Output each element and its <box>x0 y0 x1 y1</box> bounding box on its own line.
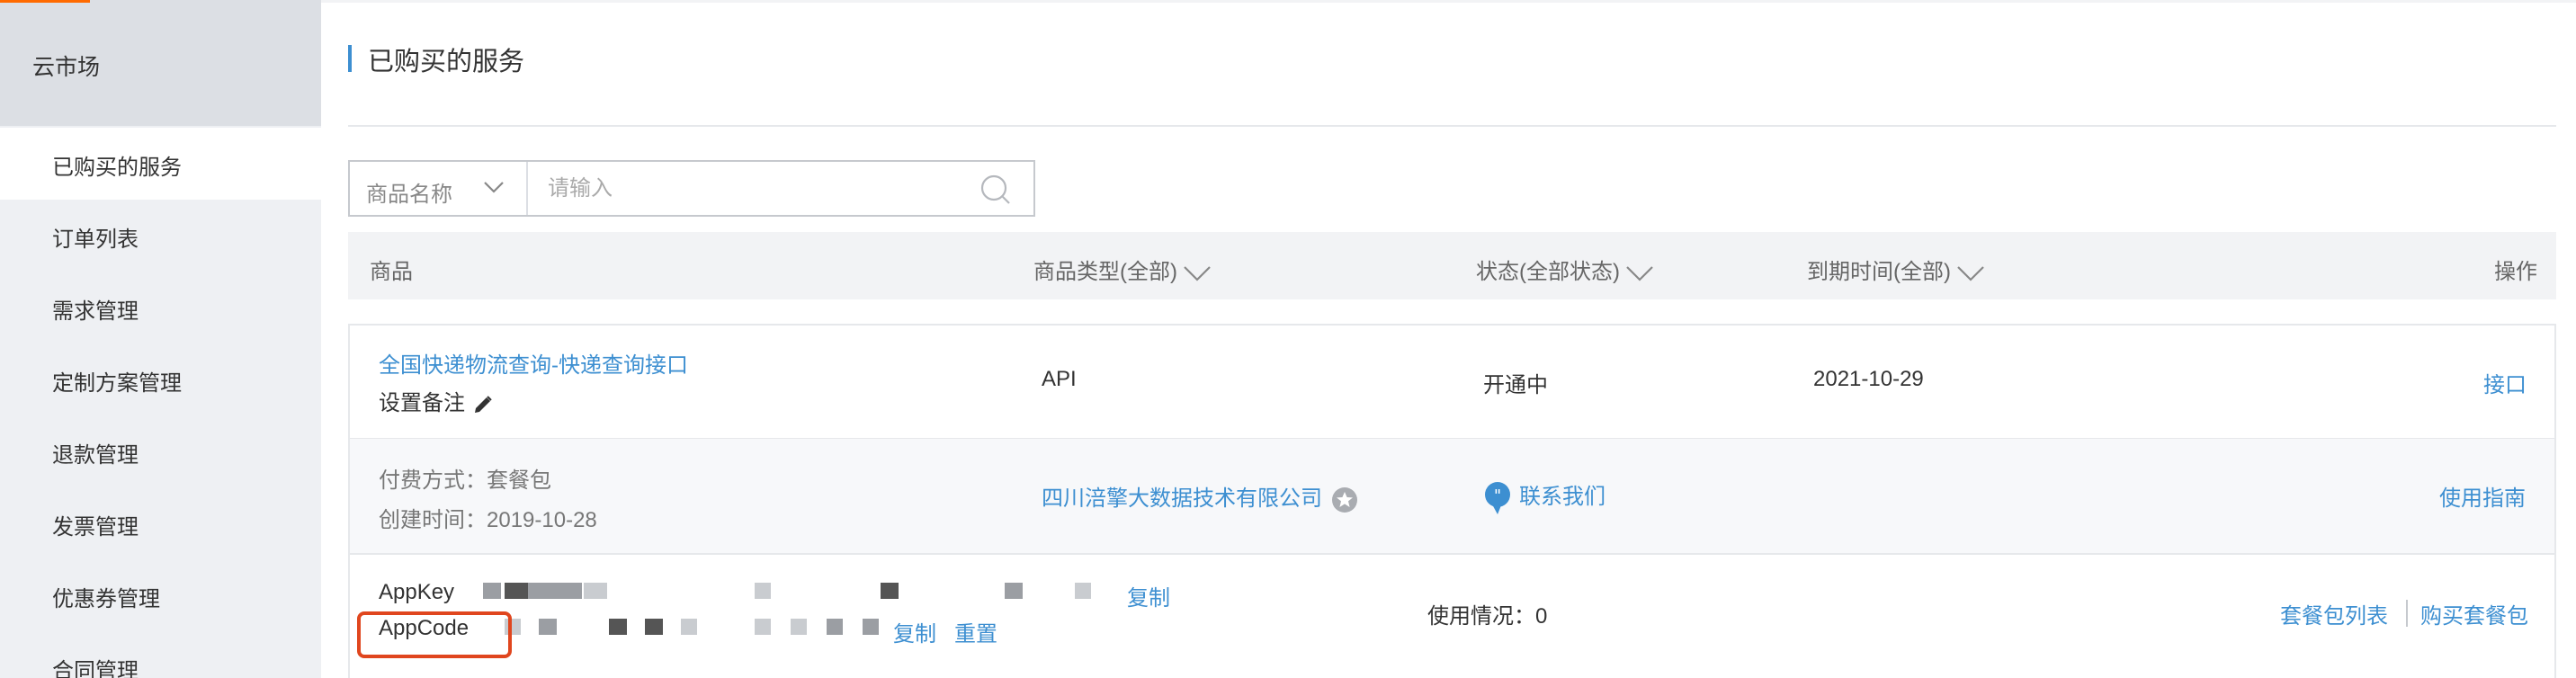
created-time: 创建时间：2019-10-28 <box>379 502 597 533</box>
product-name-link[interactable]: 全国快递物流查询-快递查询接口 <box>379 347 688 379</box>
contact-us-label: 联系我们 <box>1519 485 1606 509</box>
sidebar-item-custom-plans[interactable]: 定制方案管理 <box>0 343 321 415</box>
masked-appcode <box>609 619 627 635</box>
sidebar-item-label: 退款管理 <box>52 443 139 468</box>
payment-method: 付费方式：套餐包 <box>379 462 551 494</box>
sidebar-accent-bar <box>0 0 90 3</box>
sidebar-item-label: 合同管理 <box>52 659 139 678</box>
sidebar-item-requirements[interactable]: 需求管理 <box>0 272 321 343</box>
chevron-down-icon <box>1184 265 1211 281</box>
masked-appcode <box>827 619 843 635</box>
reset-appcode-button[interactable]: 重置 <box>954 616 997 647</box>
masked-appcode <box>755 619 771 635</box>
table-row: 全国快递物流查询-快递查询接口 设置备注 API 开通中 2021-10-29 … <box>348 324 2556 438</box>
interface-link[interactable]: 接口 <box>2483 367 2527 398</box>
masked-appcode <box>681 619 697 635</box>
usage-label: 使用情况： <box>1427 604 1535 629</box>
created-time-label: 创建时间： <box>379 508 487 532</box>
masked-appkey <box>505 583 528 599</box>
masked-appkey <box>1075 583 1091 599</box>
column-header-type-label: 商品类型(全部) <box>1033 260 1177 284</box>
row-details: 付费方式：套餐包 创建时间：2019-10-28 四川涪擎大数据技术有限公司 "… <box>348 438 2556 555</box>
set-note-label: 设置备注 <box>379 391 465 415</box>
sidebar-item-label: 已购买的服务 <box>52 156 182 180</box>
page-title: 已购买的服务 <box>368 48 525 76</box>
sidebar-item-orders[interactable]: 订单列表 <box>0 200 321 272</box>
column-header-product: 商品 <box>370 260 413 284</box>
title-divider <box>348 125 2556 127</box>
sidebar: 云市场 已购买的服务 订单列表 需求管理 定制方案管理 退款管理 发票管理 优惠… <box>0 0 321 678</box>
sidebar-item-label: 订单列表 <box>52 227 139 252</box>
column-header-actions: 操作 <box>2494 260 2537 284</box>
column-header-expiry-label: 到期时间(全部) <box>1807 260 1951 284</box>
usage-value: 0 <box>1535 604 1548 629</box>
sidebar-item-label: 发票管理 <box>52 515 139 540</box>
chat-bubble-icon: " <box>1485 481 1510 514</box>
search-input[interactable] <box>530 162 962 215</box>
appcode-highlight-box <box>357 611 512 658</box>
table-header: 商品 商品类型(全部) 状态(全部状态) 到期时间(全部) 操作 <box>348 232 2556 299</box>
masked-appcode <box>539 619 557 635</box>
sidebar-item-label: 优惠券管理 <box>52 587 160 611</box>
contact-us-link[interactable]: " 联系我们 <box>1483 478 1606 515</box>
sidebar-item-purchased-services[interactable]: 已购买的服务 <box>0 128 321 200</box>
product-expiry: 2021-10-29 <box>1813 367 1924 391</box>
search-field-select-label: 商品名称 <box>366 183 452 207</box>
masked-appkey <box>528 583 582 599</box>
top-divider <box>321 0 2576 3</box>
star-badge-icon <box>1332 486 1357 513</box>
masked-appkey <box>584 583 607 599</box>
search-field-select[interactable]: 商品名称 <box>350 162 528 215</box>
main-content: 已购买的服务 商品名称 商品 商品类型(全部) 状态(全部状态) 到期时间(全部… <box>321 0 2576 678</box>
chevron-down-icon <box>484 182 504 193</box>
sidebar-item-refunds[interactable]: 退款管理 <box>0 415 321 487</box>
payment-method-value: 套餐包 <box>487 468 551 493</box>
usage-info: 使用情况：0 <box>1427 598 1547 629</box>
copy-appkey-button[interactable]: 复制 <box>1127 580 1170 611</box>
created-time-value: 2019-10-28 <box>487 508 597 532</box>
vendor-name: 四川涪擎大数据技术有限公司 <box>1042 486 1322 511</box>
search-icon[interactable] <box>979 174 1012 206</box>
vendor-link[interactable]: 四川涪擎大数据技术有限公司 <box>1042 480 1358 513</box>
sidebar-title: 云市场 <box>32 55 101 80</box>
masked-appkey <box>1005 583 1023 599</box>
link-separator <box>2406 600 2408 627</box>
buy-package-link[interactable]: 购买套餐包 <box>2420 598 2528 629</box>
column-header-status[interactable]: 状态(全部状态) <box>1476 254 1654 285</box>
search-box: 商品名称 <box>348 160 1035 217</box>
masked-appkey <box>483 583 501 599</box>
payment-method-label: 付费方式： <box>379 468 487 493</box>
appkey-label: AppKey <box>379 580 455 604</box>
masked-appcode <box>645 619 663 635</box>
sidebar-item-contracts[interactable]: 合同管理 <box>0 631 321 678</box>
copy-appcode-button[interactable]: 复制 <box>893 616 936 647</box>
sidebar-header: 云市场 <box>0 0 321 126</box>
column-header-expiry[interactable]: 到期时间(全部) <box>1807 254 1985 285</box>
sidebar-item-label: 定制方案管理 <box>52 371 182 396</box>
column-header-status-label: 状态(全部状态) <box>1476 260 1620 284</box>
credentials-row: AppKey 复制 AppCode 复制 重置 使用情况：0 套餐包列表 购买套… <box>348 555 2556 678</box>
usage-guide-link[interactable]: 使用指南 <box>2439 480 2526 512</box>
package-list-link[interactable]: 套餐包列表 <box>2280 598 2388 629</box>
masked-appcode <box>791 619 807 635</box>
column-header-type[interactable]: 商品类型(全部) <box>1033 254 1212 285</box>
chevron-down-icon <box>1626 265 1653 281</box>
sidebar-item-invoices[interactable]: 发票管理 <box>0 487 321 559</box>
set-note-button[interactable]: 设置备注 <box>379 385 494 416</box>
chevron-down-icon <box>1957 265 1984 281</box>
masked-appkey <box>755 583 771 599</box>
sidebar-item-coupons[interactable]: 优惠券管理 <box>0 559 321 631</box>
sidebar-item-label: 需求管理 <box>52 299 139 324</box>
masked-appkey <box>881 583 899 599</box>
product-status: 开通中 <box>1483 373 1548 397</box>
masked-appcode <box>863 619 879 635</box>
page-title-marker <box>348 45 352 72</box>
product-type: API <box>1042 367 1077 391</box>
pencil-icon <box>475 395 492 413</box>
svg-text:": " <box>1494 486 1501 505</box>
